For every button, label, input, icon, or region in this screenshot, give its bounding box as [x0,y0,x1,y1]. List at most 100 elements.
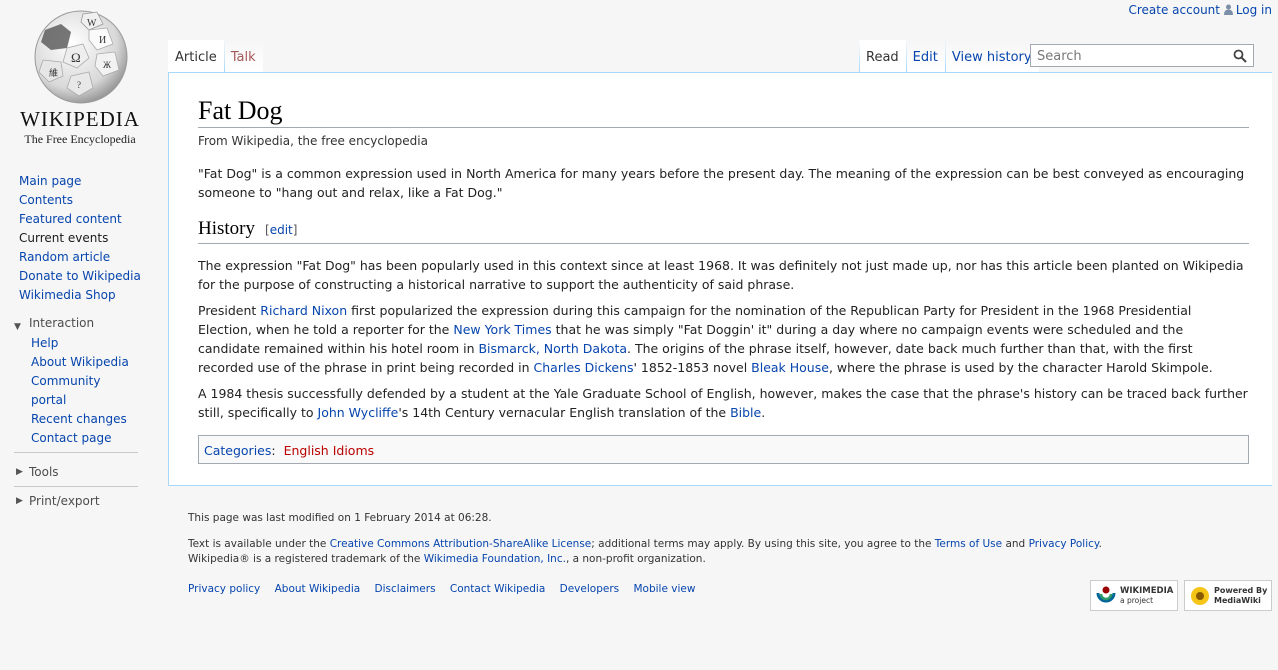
namespace-tabs: Article Talk [168,40,263,72]
footer-link-about[interactable]: About Wikipedia [275,583,361,595]
nav-item-donate: Donate to Wikipedia [0,267,160,286]
text: Text is available under the [188,538,330,550]
text: and [1002,538,1029,550]
divider [14,486,138,487]
wikimedia-badge-title: WIKIMEDIA [1120,585,1174,596]
footer-link-mobile-view[interactable]: Mobile view [633,583,695,595]
link-bismarck[interactable]: Bismarck, North Dakota [478,341,627,356]
footer-link-privacy-policy[interactable]: Privacy policy [188,583,260,595]
tab-edit[interactable]: Edit [905,40,945,72]
footer-link-developers[interactable]: Developers [560,583,619,595]
tab-view-history[interactable]: View history [944,40,1039,72]
footer-link-contact[interactable]: Contact Wikipedia [450,583,545,595]
tab-read[interactable]: Read [859,40,906,72]
tab-read-label[interactable]: Read [866,50,899,65]
site-subtitle: From Wikipedia, the free encyclopedia [198,134,428,148]
nav-link[interactable]: Help [31,336,58,350]
category-item[interactable]: English Idioms [284,443,375,458]
tab-talk[interactable]: Talk [223,40,263,72]
tools-label: Tools [29,465,59,479]
svg-text:維: 維 [49,67,58,78]
section-heading-label: History [198,218,255,239]
text: , a non-profit organization. [565,553,706,565]
history-paragraph-1: The expression "Fat Dog" has been popula… [198,258,1244,292]
log-in-link[interactable]: Log in [1236,3,1272,17]
personal-tools: Create account Log in [1120,3,1272,17]
search-input[interactable] [1035,48,1229,65]
text: ' 1852-1853 novel [633,360,752,375]
text: , where the phrase is used by the charac… [828,360,1213,375]
puzzle-globe-icon: W Ω И 維 Ж ? [34,10,128,104]
edit-section-link[interactable]: edit [270,223,293,237]
wikimedia-project-badge[interactable]: WIKIMEDIA a project [1090,580,1178,611]
footer-link-disclaimers[interactable]: Disclaimers [375,583,436,595]
history-paragraph-2: President Richard Nixon first popularize… [198,301,1249,377]
text: Wikipedia® is a registered trademark of … [188,553,424,565]
nav-link[interactable]: Recent changes [31,412,127,426]
colon: : [271,443,276,458]
nav-link[interactable]: Current events [19,231,108,245]
nav-link[interactable]: Featured content [19,212,122,226]
nav-item-contents: Contents [0,191,160,210]
mediawiki-badge[interactable]: Powered By MediaWiki [1184,580,1272,611]
nav-item-featured-content: Featured content [0,210,160,229]
nav-link[interactable]: Contact page [31,431,111,445]
last-modified: This page was last modified on 1 Februar… [188,512,492,524]
wordmark: WIKIPEDIA [20,107,140,131]
terms-of-use-link[interactable]: Terms of Use [935,538,1002,550]
interaction-heading[interactable]: ▼ Interaction [0,314,160,332]
view-tabs: Read Edit View history [859,40,1039,72]
wikipedia-logo[interactable]: W Ω И 維 Ж ? WIKIPEDIA The Free Encyclope… [0,0,160,160]
tab-article[interactable]: Article [168,40,224,72]
nav-item-main-page: Main page [0,172,160,191]
nav-link[interactable]: About Wikipedia [31,355,129,369]
svg-text:И: И [99,35,106,46]
nav-item-about: About Wikipedia [31,353,138,372]
triangle-down-icon: ▼ [14,322,21,332]
user-icon [1223,4,1233,15]
svg-text:W: W [87,18,97,29]
mediawiki-badge-text: Powered By MediaWiki [1214,585,1268,605]
triangle-right-icon: ▶ [16,496,23,506]
wikimedia-badge-sub: a project [1120,595,1154,605]
tab-view-history-label[interactable]: View history [952,50,1032,65]
trademark-line: Wikipedia® is a registered trademark of … [188,552,1258,567]
search-icon[interactable] [1233,49,1247,63]
link-bible[interactable]: Bible [730,405,761,420]
page-title: Fat Dog [198,73,1249,128]
print-export-label: Print/export [29,494,100,508]
nav-link[interactable]: Main page [19,174,81,188]
history-paragraph-3: A 1984 thesis successfully defended by a… [198,384,1249,422]
license-link[interactable]: Creative Commons Attribution-ShareAlike … [330,538,592,550]
nav-link[interactable]: Community portal [31,374,100,407]
link-richard-nixon[interactable]: Richard Nixon [260,303,347,318]
nav-link[interactable]: Random article [19,250,110,264]
intro-paragraph: "Fat Dog" is a common expression used in… [198,166,1245,200]
link-john-wycliffe[interactable]: John Wycliffe [318,405,399,420]
tab-talk-label[interactable]: Talk [231,50,256,65]
link-bleak-house[interactable]: Bleak House [751,360,829,375]
svg-text:?: ? [77,80,81,90]
triangle-right-icon: ▶ [16,467,23,477]
tab-article-label[interactable]: Article [175,50,217,65]
nav-item-community-portal: Community portal [31,372,138,410]
print-export-portal[interactable]: ▶ Print/export [0,490,160,512]
edit-section: [edit] [265,223,298,237]
wikimedia-foundation-link[interactable]: Wikimedia Foundation, Inc. [424,553,566,565]
tools-portal[interactable]: ▶ Tools [0,461,160,483]
tab-edit-label[interactable]: Edit [913,50,938,65]
interaction-portal: ▼ Interaction Help About Wikipedia Commu… [0,314,160,448]
nav-link[interactable]: Contents [19,193,73,207]
privacy-policy-link[interactable]: Privacy Policy [1029,538,1099,550]
nav-link[interactable]: Donate to Wikipedia [19,269,141,283]
license-line: Text is available under the Creative Com… [188,537,1258,552]
link-charles-dickens[interactable]: Charles Dickens [534,360,634,375]
nav-link[interactable]: Wikimedia Shop [19,288,116,302]
wikimedia-badge-text: WIKIMEDIA a project [1120,586,1173,606]
body-content: Fat Dog From Wikipedia, the free encyclo… [198,73,1249,464]
content-area: Fat Dog From Wikipedia, the free encyclo… [168,72,1272,486]
link-new-york-times[interactable]: New York Times [453,322,551,337]
search-box [1030,44,1254,67]
categories-link[interactable]: Categories [204,443,271,458]
create-account-link[interactable]: Create account [1128,3,1220,17]
